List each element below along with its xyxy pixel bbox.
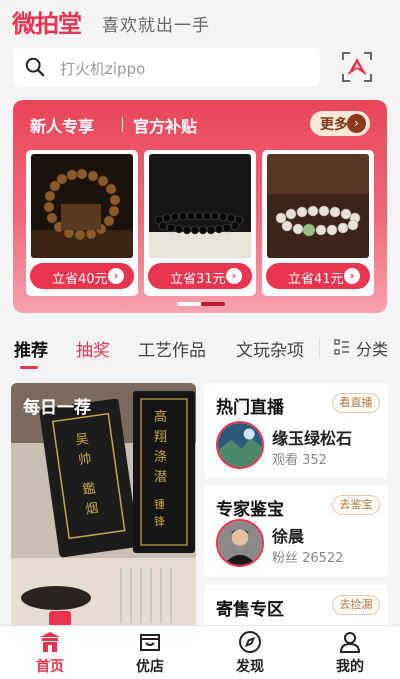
more-label: 更多 [320,117,348,133]
category-list-icon[interactable] [334,339,350,355]
tab-crafts[interactable]: 工艺作品 [138,336,206,361]
save-button[interactable]: 立省41元 › [266,263,370,289]
user-icon [339,632,361,653]
black-bead-bracelet-image [149,154,251,258]
product-card[interactable]: 立省31元 › [144,150,256,296]
banner-subtitle: 官方补贴 [133,117,198,136]
more-button[interactable]: 更多 › [310,111,370,136]
category-tabs: 推荐 抽奖 工艺作品 文玩杂项 分类 [0,326,400,370]
avatar[interactable] [216,421,264,469]
save-label: 立省40元 [52,272,108,287]
nav-shop-label: 优店 [136,659,164,675]
save-button[interactable]: 立省31元 › [148,263,252,289]
svg-text:烟: 烟 [84,501,99,518]
chevron-right-icon: › [226,268,242,284]
compass-icon [239,631,261,653]
nav-home-label: 首页 [36,659,64,675]
nav-discover[interactable]: 发现 [200,626,300,679]
nav-shop[interactable]: 优店 [100,626,200,679]
pale-bead-bracelet-image [267,154,369,258]
chevron-right-icon: › [347,114,366,133]
bargain-button[interactable]: 去捡漏 [332,595,380,615]
svg-text:锋: 锋 [154,515,165,528]
chevron-right-icon: › [108,268,124,284]
banner-title: 新人专享 [30,117,95,136]
chevron-right-icon: › [344,268,360,284]
daily-recommendation-card[interactable]: 吴 帅 鑑 烟 高 翔 涤 潜 锺 锋 每日一荐 [11,383,196,628]
svg-text:帅: 帅 [77,452,92,469]
carousel-indicator [177,302,225,306]
hot-live-title: 热门直播 [216,398,284,418]
save-button[interactable]: 立省40元 › [30,263,134,289]
newcomer-banner[interactable]: 新人专享 官方补贴 更多 › 立省40元 › 立省31元 › 立省41元 › [13,100,387,313]
app-slogan: 喜欢就出一手 [102,16,210,36]
inkstick-photo: 吴 帅 鑑 烟 高 翔 涤 潜 锺 锋 [11,383,196,628]
product-image [31,154,133,258]
home-icon [40,632,60,652]
search-bar[interactable]: 打火机zippo [14,48,320,86]
live-room-thumbnail [218,423,262,467]
carousel-dot [177,302,201,306]
live-view-count: 观看 352 [272,453,327,468]
tab-collectibles[interactable]: 文玩杂项 [236,336,304,361]
search-icon [25,57,45,77]
nav-profile[interactable]: 我的 [300,626,400,679]
app-header: 微拍堂 喜欢就出一手 [0,0,400,40]
tab-lottery[interactable]: 抽奖 [76,336,110,361]
hot-live-card[interactable]: 热门直播 看直播 缘玉绿松石 观看 352 [204,383,388,477]
consignment-title: 寄售专区 [216,600,284,620]
shop-icon [140,634,160,651]
nav-home[interactable]: 首页 [0,626,100,679]
bead-bracelet-image [31,154,133,258]
tab-divider [319,338,320,358]
tab-underline [20,366,38,369]
svg-text:潜: 潜 [154,470,167,485]
save-label: 立省31元 [170,272,226,287]
nav-discover-label: 发现 [236,659,264,675]
category-button[interactable]: 分类 [356,336,388,360]
bottom-navigation: 首页 优店 发现 我的 [0,625,400,679]
product-card[interactable]: 立省40元 › [26,150,138,296]
expert-appraisal-title: 专家鉴宝 [216,500,284,520]
product-image [267,154,369,258]
search-input[interactable]: 打火机zippo [60,58,145,79]
save-label: 立省41元 [288,272,344,287]
watch-live-button[interactable]: 看直播 [332,393,380,413]
svg-text:锺: 锺 [154,497,165,511]
expert-follower-count: 粉丝 26522 [272,551,344,566]
go-appraise-button[interactable]: 去鉴宝 [332,495,380,515]
svg-text:鑑: 鑑 [81,480,96,498]
daily-recommendation-label: 每日一荐 [23,398,91,418]
scan-icon[interactable] [340,50,374,84]
expert-appraisal-card[interactable]: 专家鉴宝 去鉴宝 徐晨 粉丝 26522 [204,485,388,577]
product-card[interactable]: 立省41元 › [262,150,374,296]
expert-portrait [218,521,262,565]
nav-profile-label: 我的 [336,659,364,675]
avatar[interactable] [216,519,264,567]
banner-divider [122,117,123,132]
expert-name[interactable]: 徐晨 [272,523,304,547]
svg-text:涤: 涤 [154,450,167,465]
app-logo[interactable]: 微拍堂 [12,4,82,39]
product-image [149,154,251,258]
svg-text:高: 高 [154,409,167,425]
tab-recommend[interactable]: 推荐 [14,336,48,361]
live-host-name[interactable]: 缘玉绿松石 [272,425,352,449]
carousel-dot-active [201,302,225,306]
svg-text:吴: 吴 [75,432,90,449]
svg-text:翔: 翔 [154,430,167,445]
